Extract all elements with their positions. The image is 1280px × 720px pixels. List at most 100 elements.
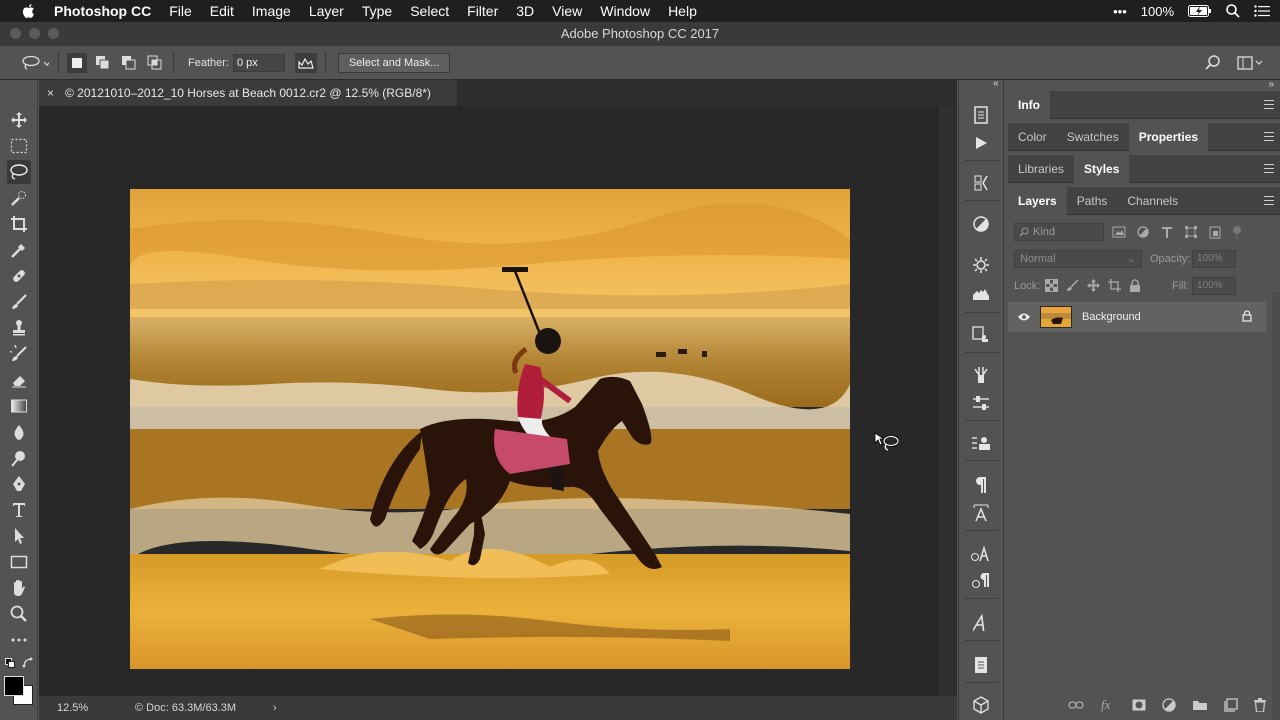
apple-logo-icon[interactable] (20, 2, 38, 20)
filter-toggle-icon[interactable] (1232, 225, 1242, 239)
type-tool[interactable] (9, 500, 29, 520)
notes-panel-button[interactable] (970, 654, 992, 676)
menu-help[interactable]: Help (668, 3, 697, 19)
tab-layers[interactable]: Layers (1008, 186, 1067, 215)
menu-select[interactable]: Select (410, 3, 449, 19)
tab-styles[interactable]: Styles (1074, 154, 1130, 183)
adjustments-panel-button[interactable] (970, 213, 992, 235)
delete-layer-icon[interactable] (1254, 698, 1266, 712)
new-layer-icon[interactable] (1224, 698, 1238, 712)
menu-view[interactable]: View (552, 3, 582, 19)
quick-selection-tool[interactable] (9, 188, 29, 208)
history-brush-tool[interactable] (9, 344, 29, 364)
menu-type[interactable]: Type (362, 3, 392, 19)
lock-artboard-icon[interactable] (1108, 279, 1121, 292)
menu-image[interactable]: Image (252, 3, 291, 19)
shape-filter-icon[interactable] (1184, 225, 1198, 239)
fill-input[interactable]: 100% (1192, 277, 1236, 295)
layers-scrollbar[interactable] (1272, 292, 1280, 720)
3d-panel-button[interactable] (970, 694, 992, 716)
eraser-tool[interactable] (9, 370, 29, 390)
vertical-scrollbar[interactable] (939, 106, 957, 696)
workspace-switcher[interactable] (1236, 53, 1266, 73)
crop-tool[interactable] (9, 214, 29, 234)
notification-center-icon[interactable] (1254, 5, 1270, 17)
lock-position-icon[interactable] (1087, 279, 1100, 292)
lock-pixels-icon[interactable] (1066, 279, 1079, 292)
paragraph-panel-button[interactable] (970, 474, 992, 496)
path-selection-tool[interactable] (9, 526, 29, 546)
menu-window[interactable]: Window (600, 3, 650, 19)
pen-tool[interactable] (9, 474, 29, 494)
menu-filter[interactable]: Filter (467, 3, 498, 19)
zoom-tool[interactable] (9, 604, 29, 624)
link-layers-icon[interactable] (1068, 700, 1084, 710)
swap-colors-button[interactable] (22, 657, 34, 669)
minimize-window-button[interactable] (29, 28, 40, 39)
document-tab[interactable]: × © 20121010–2012_10 Horses at Beach 001… (39, 80, 457, 106)
character-panel-button[interactable] (970, 502, 992, 524)
collapse-dock-icon[interactable]: « (993, 78, 999, 89)
anti-alias-toggle[interactable] (294, 52, 317, 73)
paragraph-styles-panel-button[interactable] (970, 570, 992, 592)
intersect-selection-button[interactable] (145, 53, 165, 73)
new-selection-button[interactable] (67, 52, 87, 73)
canvas-image[interactable] (130, 189, 850, 669)
tab-channels[interactable]: Channels (1117, 187, 1188, 215)
tab-paths[interactable]: Paths (1067, 187, 1118, 215)
tool-preset-picker[interactable] (20, 53, 50, 73)
gradient-tool[interactable] (9, 396, 29, 416)
default-colors-button[interactable] (5, 658, 15, 668)
lasso-tool[interactable] (7, 160, 31, 184)
tab-color[interactable]: Color (1008, 123, 1057, 151)
canvas-pasteboard[interactable] (39, 106, 939, 696)
layer-name[interactable]: Background (1082, 311, 1141, 323)
history-panel-button[interactable] (970, 104, 992, 126)
close-document-button[interactable]: × (47, 80, 54, 106)
panel-menu-icon[interactable] (1264, 100, 1274, 112)
battery-icon[interactable] (1188, 5, 1212, 17)
panel-menu-icon[interactable] (1264, 196, 1274, 208)
adjustment-filter-icon[interactable] (1136, 225, 1150, 239)
zoom-level[interactable]: 12.5% (39, 702, 99, 714)
feather-input[interactable] (232, 53, 285, 72)
smart-object-filter-icon[interactable] (1208, 225, 1222, 239)
histogram-panel-button[interactable] (970, 283, 992, 305)
tab-properties[interactable]: Properties (1128, 122, 1209, 151)
timeline-panel-button[interactable] (970, 432, 992, 454)
clone-source-panel-button[interactable] (970, 324, 992, 346)
lock-all-icon[interactable] (1129, 279, 1141, 292)
menu-file[interactable]: File (169, 3, 192, 19)
marquee-tool[interactable] (9, 136, 29, 156)
foreground-color-swatch[interactable] (4, 676, 24, 696)
brush-tool[interactable] (9, 292, 29, 312)
dodge-tool[interactable] (9, 448, 29, 468)
healing-brush-tool[interactable] (9, 266, 29, 286)
brush-settings-panel-button[interactable] (970, 172, 992, 194)
navigator-panel-button[interactable] (970, 254, 992, 276)
rectangle-tool[interactable] (9, 552, 29, 572)
panel-menu-icon[interactable] (1264, 164, 1274, 176)
close-window-button[interactable] (10, 28, 21, 39)
hand-tool[interactable] (9, 578, 29, 598)
more-menu-extras[interactable]: ••• (1113, 4, 1127, 19)
app-menu[interactable]: Photoshop CC (54, 3, 151, 19)
expand-panels-icon[interactable]: » (1268, 79, 1274, 90)
search-button[interactable] (1203, 53, 1223, 73)
character-styles-panel-button[interactable] (970, 543, 992, 565)
tab-info[interactable]: Info (1008, 90, 1050, 119)
add-mask-icon[interactable] (1132, 699, 1146, 711)
type-filter-icon[interactable] (1160, 225, 1174, 239)
edit-toolbar-button[interactable] (9, 630, 29, 650)
menu-3d[interactable]: 3D (516, 3, 534, 19)
lock-transparency-icon[interactable] (1045, 279, 1058, 292)
layer-visibility-toggle[interactable] (1008, 312, 1040, 322)
tab-swatches[interactable]: Swatches (1057, 123, 1129, 151)
tab-libraries[interactable]: Libraries (1008, 155, 1074, 183)
blend-mode-select[interactable]: Normal ⌄ (1014, 250, 1142, 268)
eyedropper-tool[interactable] (9, 240, 29, 260)
layer-style-fx-icon[interactable]: fx (1100, 698, 1116, 712)
move-tool[interactable] (9, 110, 29, 130)
actions-panel-button[interactable] (970, 132, 992, 154)
layer-row-background[interactable]: Background (1008, 302, 1266, 332)
